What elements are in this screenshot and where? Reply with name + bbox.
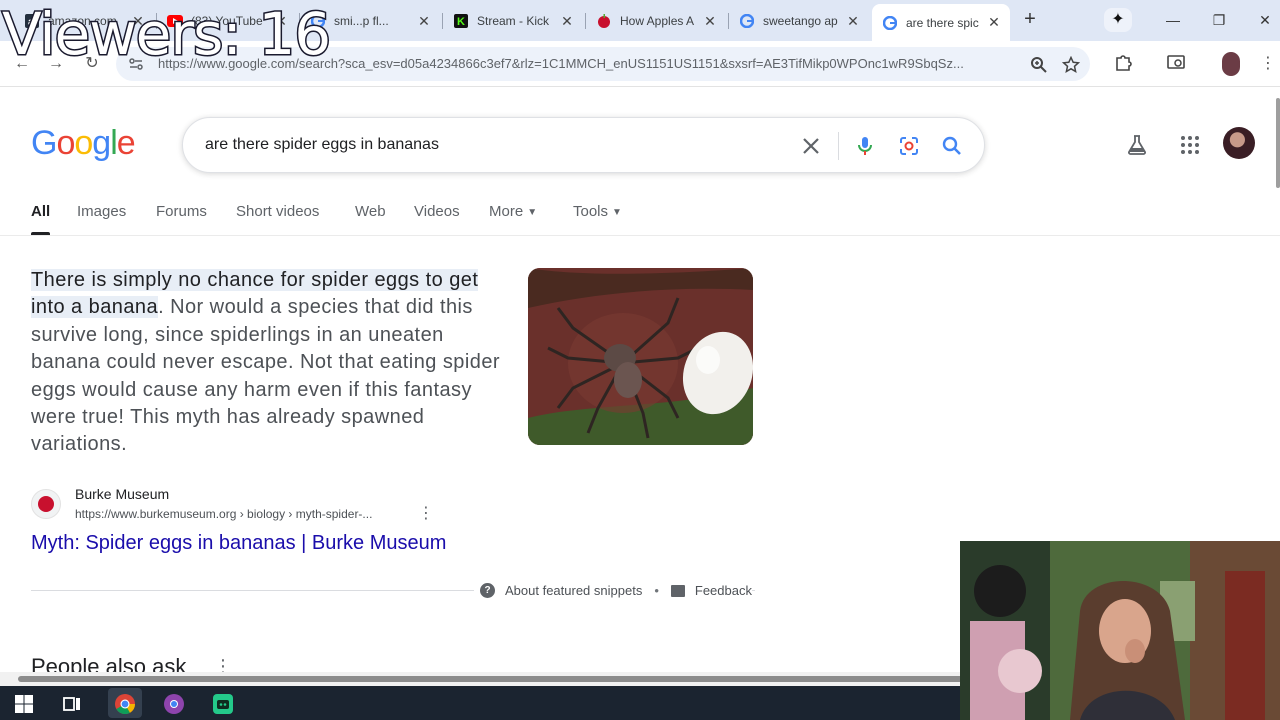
- tab-tools[interactable]: Tools ▼: [573, 203, 622, 220]
- result-title-link[interactable]: Myth: Spider eggs in bananas | Burke Mus…: [31, 532, 446, 555]
- browser-menu-icon[interactable]: ⋮: [1256, 52, 1280, 76]
- logo-letter: G: [31, 124, 57, 162]
- webcam-overlay: [960, 541, 1280, 720]
- microphone-icon[interactable]: [853, 134, 877, 158]
- tab-title: How Apples A: [620, 14, 695, 28]
- separator-dot: •: [654, 583, 659, 598]
- tab-title: are there spic: [906, 15, 979, 30]
- search-divider: [838, 132, 839, 160]
- task-view-icon[interactable]: [60, 692, 84, 716]
- viewer-count-overlay: Viewers: 16: [0, 0, 332, 70]
- webcam-feed-image: [960, 541, 1280, 720]
- new-tab-plus-icon[interactable]: +: [1018, 8, 1042, 32]
- tab-more[interactable]: More ▼: [489, 203, 537, 220]
- search-icon[interactable]: [940, 134, 964, 158]
- account-avatar[interactable]: [1223, 127, 1255, 159]
- logo-letter: e: [116, 124, 136, 162]
- tab-title: sweetango ap: [763, 14, 838, 28]
- tab-forums[interactable]: Forums: [156, 203, 207, 220]
- close-tab-icon[interactable]: ✕: [986, 14, 1002, 31]
- google-apps-grid-icon[interactable]: [1178, 133, 1202, 157]
- about-featured-snippets-link[interactable]: About featured snippets: [505, 583, 642, 598]
- streaming-app-icon[interactable]: [211, 692, 235, 716]
- chevron-down-icon: ▼: [527, 207, 538, 218]
- burke-museum-favicon[interactable]: [31, 489, 61, 519]
- browser-tab[interactable]: sweetango ap ✕: [729, 6, 869, 36]
- restore-window-icon[interactable]: ❐: [1204, 8, 1234, 32]
- tab-all[interactable]: All: [31, 203, 50, 220]
- vertical-scrollbar-thumb[interactable]: [1276, 98, 1280, 188]
- tab-title: smi...p fl...: [334, 14, 389, 28]
- logo-letter: o: [56, 124, 75, 162]
- more-options-icon[interactable]: ⋮: [418, 505, 434, 525]
- minimize-icon[interactable]: —: [1158, 8, 1188, 32]
- source-name[interactable]: Burke Museum: [75, 486, 169, 502]
- extensions-puzzle-icon[interactable]: [1113, 52, 1133, 72]
- chrome-icon[interactable]: [113, 692, 137, 716]
- google-lens-icon[interactable]: [897, 134, 921, 158]
- google-logo[interactable]: Google: [31, 124, 136, 163]
- tab-short-videos[interactable]: Short videos: [236, 203, 319, 220]
- profile-avatar[interactable]: [1222, 52, 1240, 76]
- apple-icon: [596, 13, 612, 29]
- bookmark-star-icon[interactable]: [1062, 56, 1080, 74]
- tab-search-icon[interactable]: [1166, 52, 1186, 72]
- feedback-icon: [670, 584, 685, 597]
- chrome-profile-icon[interactable]: [162, 692, 186, 716]
- snippet-footer: ? About featured snippets • Feedback: [474, 583, 752, 598]
- close-tab-icon[interactable]: ✕: [559, 13, 575, 30]
- spider-banana-photo: [528, 268, 753, 445]
- help-icon: ?: [480, 583, 495, 598]
- feedback-link[interactable]: Feedback: [695, 583, 752, 598]
- snippet-body: . Nor would a species that did this surv…: [31, 296, 501, 456]
- gemini-sparkle-icon[interactable]: ✦: [1104, 8, 1132, 32]
- svg-text:K: K: [457, 16, 465, 28]
- tab-title: Stream - Kick: [477, 14, 550, 28]
- labs-flask-icon[interactable]: [1125, 133, 1149, 157]
- kick-icon: K: [453, 13, 469, 29]
- tab-more-label: More: [489, 203, 524, 220]
- close-window-icon[interactable]: ✕: [1250, 8, 1280, 32]
- google-icon: [739, 13, 755, 29]
- horizontal-scrollbar-thumb[interactable]: [18, 676, 966, 682]
- tab-web[interactable]: Web: [355, 203, 386, 220]
- featured-snippet-text: There is simply no chance for spider egg…: [31, 267, 511, 459]
- windows-start-icon[interactable]: [12, 692, 36, 716]
- source-url[interactable]: https://www.burkemuseum.org › biology › …: [75, 507, 372, 521]
- browser-tab[interactable]: How Apples A ✕: [586, 6, 726, 36]
- tab-images[interactable]: Images: [77, 203, 126, 220]
- snippet-image[interactable]: [528, 268, 753, 445]
- clear-search-icon[interactable]: [799, 134, 823, 158]
- search-input[interactable]: are there spider eggs in bananas: [205, 136, 439, 154]
- close-tab-icon[interactable]: ✕: [702, 13, 718, 30]
- chevron-down-icon: ▼: [612, 207, 622, 218]
- browser-tab[interactable]: K Stream - Kick ✕: [443, 6, 583, 36]
- google-icon: [882, 15, 898, 31]
- search-box[interactable]: are there spider eggs in bananas: [182, 117, 985, 173]
- logo-letter: g: [92, 124, 111, 162]
- zoom-icon[interactable]: [1030, 56, 1048, 74]
- search-tabs: All Images Forums Short videos Web Video…: [0, 196, 1280, 236]
- close-tab-icon[interactable]: ✕: [416, 13, 432, 30]
- tab-videos[interactable]: Videos: [414, 203, 460, 220]
- tab-tools-label: Tools: [573, 203, 609, 220]
- close-tab-icon[interactable]: ✕: [845, 13, 861, 30]
- active-tab-indicator: [31, 232, 50, 235]
- browser-tab-active[interactable]: are there spic ✕: [872, 4, 1010, 41]
- logo-letter: o: [74, 124, 93, 162]
